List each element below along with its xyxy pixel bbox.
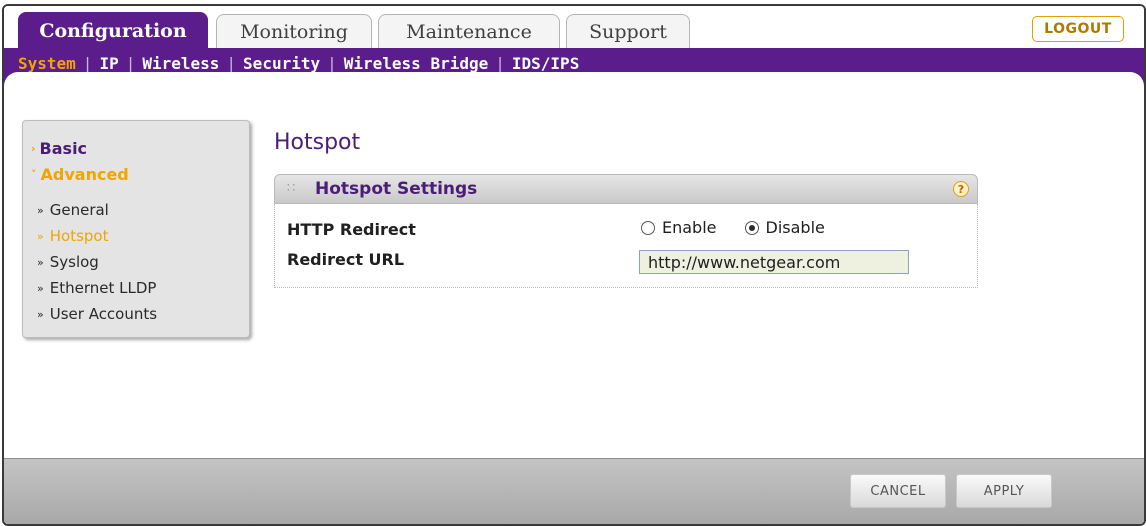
- sidebar-item-user-accounts[interactable]: » User Accounts: [37, 305, 157, 323]
- panel-body: HTTP Redirect Enable Disable Redirect UR…: [274, 204, 978, 288]
- panel-title: Hotspot Settings: [315, 179, 478, 199]
- drag-grip-icon: ∷: [287, 181, 296, 196]
- submenu-system[interactable]: System: [18, 54, 76, 73]
- double-chevron-icon: »: [37, 307, 44, 321]
- cancel-button[interactable]: CANCEL: [850, 474, 946, 508]
- logout-button[interactable]: LOGOUT: [1032, 16, 1124, 42]
- http-redirect-radio-group: Enable Disable: [641, 218, 853, 237]
- panel-header: ∷ Hotspot Settings ?: [274, 174, 978, 204]
- submenu-ip[interactable]: IP: [99, 54, 118, 73]
- submenu-wireless[interactable]: Wireless: [142, 54, 219, 73]
- disable-radio-label[interactable]: Disable: [766, 218, 825, 237]
- submenu-wireless-bridge[interactable]: Wireless Bridge: [344, 54, 489, 73]
- chevron-right-icon: ›: [31, 142, 36, 155]
- double-chevron-icon: »: [37, 229, 44, 243]
- sidebar: › Basic ˅ Advanced » General » Hotspot »…: [22, 120, 250, 338]
- submenu-separator: |: [226, 54, 237, 73]
- radio-selected-dot: [748, 224, 755, 231]
- sidebar-item-general[interactable]: » General: [37, 201, 109, 219]
- submenu-ids-ips[interactable]: IDS/IPS: [512, 54, 579, 73]
- chevron-down-icon: ˅: [31, 168, 37, 181]
- apply-button[interactable]: APPLY: [956, 474, 1052, 508]
- sidebar-section-label: Advanced: [40, 165, 129, 184]
- help-icon[interactable]: ?: [953, 181, 969, 197]
- router-admin-window: Configuration Monitoring Maintenance Sup…: [2, 4, 1146, 526]
- sidebar-section-label: Basic: [39, 139, 88, 158]
- double-chevron-icon: »: [37, 203, 44, 217]
- submenu-separator: |: [327, 54, 337, 73]
- submenu-separator: |: [495, 54, 505, 73]
- sidebar-item-label: Syslog: [49, 253, 99, 271]
- double-chevron-icon: »: [37, 281, 44, 295]
- submenu-separator: |: [82, 54, 93, 73]
- redirect-url-label: Redirect URL: [287, 250, 405, 269]
- disable-radio[interactable]: [744, 220, 759, 235]
- sidebar-item-ethernet-lldp[interactable]: » Ethernet LLDP: [37, 279, 156, 297]
- sidebar-item-label: Hotspot: [49, 227, 109, 245]
- enable-radio-label[interactable]: Enable: [662, 218, 717, 237]
- submenu-separator: |: [125, 54, 136, 73]
- footer-bar: CANCEL APPLY: [4, 458, 1144, 524]
- sidebar-section-basic[interactable]: › Basic: [31, 139, 87, 158]
- content-area: [4, 72, 1144, 112]
- hotspot-settings-panel: ∷ Hotspot Settings ? HTTP Redirect Enabl…: [274, 174, 978, 288]
- tab-configuration[interactable]: Configuration: [18, 12, 208, 48]
- double-chevron-icon: »: [37, 255, 44, 269]
- sidebar-item-label: General: [49, 201, 109, 219]
- page-title: Hotspot: [274, 130, 361, 155]
- tab-maintenance[interactable]: Maintenance: [378, 14, 560, 48]
- enable-radio[interactable]: [641, 220, 655, 235]
- sidebar-item-label: User Accounts: [49, 305, 158, 323]
- tab-support[interactable]: Support: [566, 14, 690, 48]
- redirect-url-input[interactable]: http://www.netgear.com: [639, 250, 909, 274]
- submenu-security[interactable]: Security: [243, 54, 320, 73]
- sidebar-section-advanced[interactable]: ˅ Advanced: [31, 165, 129, 184]
- http-redirect-label: HTTP Redirect: [287, 220, 416, 239]
- top-tab-bar: Configuration Monitoring Maintenance Sup…: [4, 6, 1144, 48]
- sidebar-item-hotspot[interactable]: » Hotspot: [37, 227, 108, 245]
- tab-monitoring[interactable]: Monitoring: [216, 14, 372, 48]
- sidebar-item-syslog[interactable]: » Syslog: [37, 253, 99, 271]
- sidebar-item-label: Ethernet LLDP: [49, 279, 157, 297]
